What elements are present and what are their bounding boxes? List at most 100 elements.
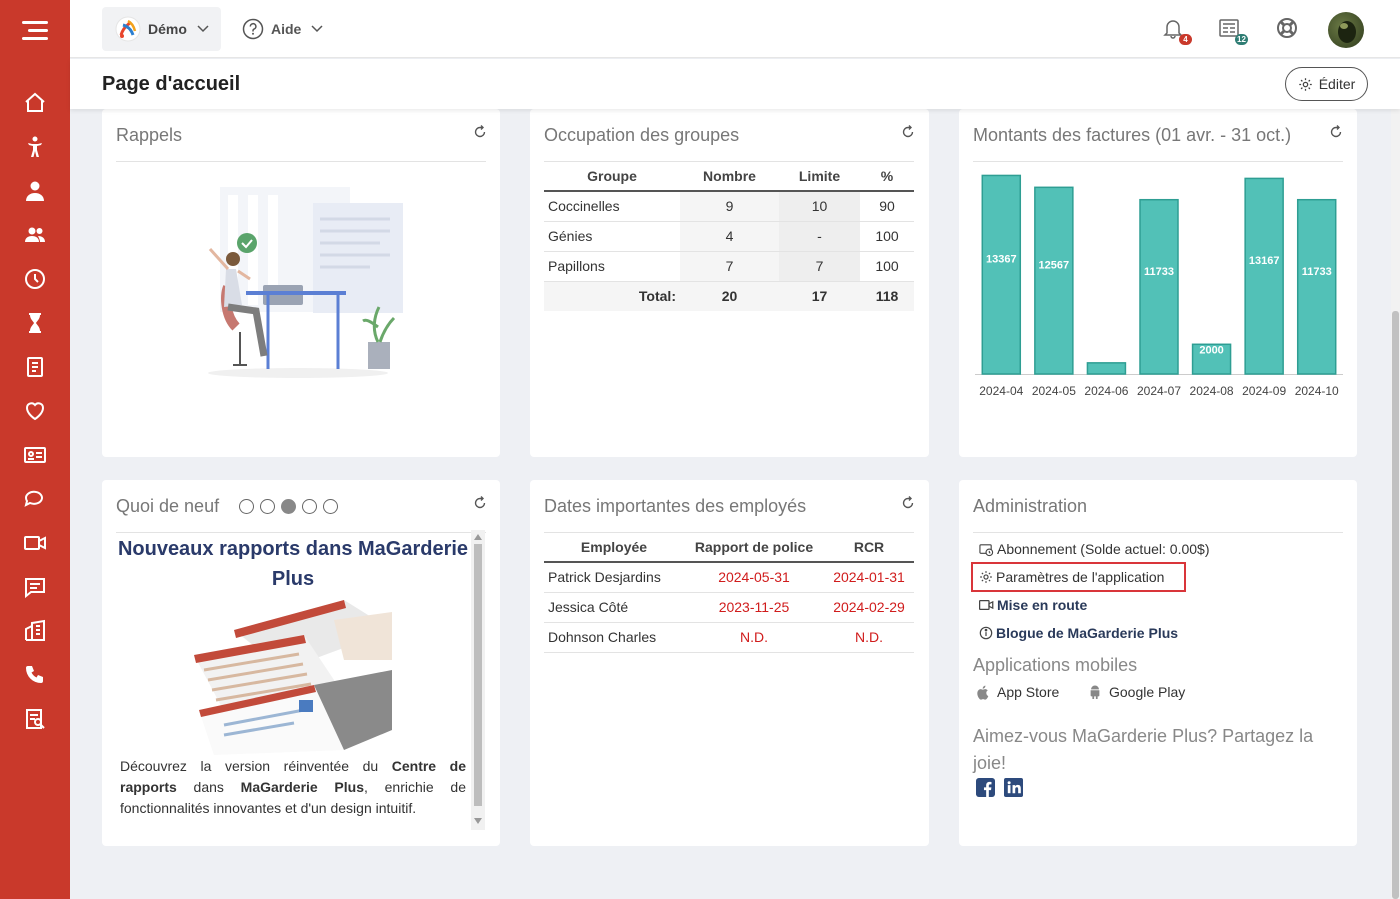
sidebar-item-video[interactable] [0,521,70,565]
support-button[interactable] [1276,17,1300,41]
users-icon [25,227,45,242]
refresh-icon[interactable] [473,496,487,510]
bar-value-label: 13367 [986,254,1017,266]
sidebar-item-children[interactable] [0,125,70,169]
group-name: Papillons [544,251,680,282]
groups-table: Groupe Nombre Limite % Coccinelles 9 10 … [544,162,914,311]
news-body-text: dans [176,779,241,795]
x-tick-label: 2024-05 [1032,384,1076,398]
facebook-icon[interactable] [976,778,995,797]
chart-bar[interactable] [1244,177,1284,375]
chevron-down-icon [197,25,209,33]
page-scrollbar-thumb[interactable] [1392,311,1399,899]
app-settings-link[interactable]: Paramètres de l'application [979,569,1164,585]
home-icon [25,92,45,112]
menu-toggle-icon[interactable] [22,21,48,41]
scroll-down-icon[interactable] [474,818,482,824]
edit-dashboard-button[interactable]: Éditer [1285,67,1368,101]
sidebar-item-schedule[interactable] [0,301,70,345]
news-scrollbar-thumb[interactable] [474,544,482,806]
sidebar-item-messages[interactable] [0,477,70,521]
reminders-card: Rappels [102,109,500,457]
sidebar-item-buildings[interactable] [0,609,70,653]
sidebar-item-parents[interactable] [0,169,70,213]
apple-icon [977,685,989,700]
chart-bar[interactable] [1139,198,1179,375]
sidebar-item-records[interactable] [0,433,70,477]
child-icon [28,136,42,157]
subscription-link[interactable]: Abonnement (Solde actuel: 0.00$) [979,541,1209,557]
page-title: Page d'accueil [102,73,241,95]
refresh-icon[interactable] [901,496,915,510]
linkedin-icon[interactable] [1004,778,1023,797]
x-tick-label: 2024-06 [1084,384,1128,398]
table-header-row: Employée Rapport de police RCR [544,533,914,563]
column-header: RCR [824,533,914,563]
help-menu[interactable]: Aide [240,7,323,51]
organization-label: Démo [148,21,187,37]
sidebar-item-health[interactable] [0,389,70,433]
sidebar-item-reports[interactable] [0,697,70,741]
table-row: Jessica Côté 2023-11-25 2024-02-29 [544,592,914,623]
sidebar-item-attendance[interactable] [0,257,70,301]
chart-bar[interactable] [1296,198,1337,375]
carousel-dot[interactable] [323,499,338,514]
rcr-date: 2024-01-31 [824,562,914,593]
refresh-icon[interactable] [901,125,915,139]
news-feed-button[interactable]: 12 [1218,17,1248,45]
chart-bar[interactable] [1034,186,1074,375]
phone-icon [26,666,43,683]
chart-bar[interactable] [1086,362,1127,375]
carousel-dot-active[interactable] [281,499,296,514]
employee-dates-table: Employée Rapport de police RCR Patrick D… [544,533,914,653]
carousel-dot[interactable] [302,499,317,514]
news-card: Quoi de neuf Nouveaux rapports dans MaGa… [102,480,500,846]
news-headline[interactable]: Nouveaux rapports dans MaGarderie Plus [116,534,470,594]
hourglass-icon [29,313,41,333]
empty-state-illustration [208,187,403,378]
administration-card: Administration Abonnement (Solde actuel:… [959,480,1357,846]
app-store-link[interactable]: App Store [976,684,1059,700]
scroll-up-icon[interactable] [474,534,482,540]
sidebar-item-billing[interactable] [0,345,70,389]
news-body-text: Découvrez la version réinventée du [120,758,392,774]
avatar-image-icon [1338,21,1356,43]
police-report-date: N.D. [684,622,824,653]
carousel-dot[interactable] [260,499,275,514]
group-limit: 7 [779,251,860,282]
sidebar-item-calls[interactable] [0,653,70,697]
sidebar-item-home[interactable] [0,81,70,125]
getting-started-label: Mise en route [997,597,1088,613]
table-row: Papillons 7 7 100 [544,251,914,282]
google-play-label: Google Play [1109,684,1186,700]
bar-value-label: 12567 [1039,260,1070,272]
blog-link[interactable]: Blogue de MaGarderie Plus [979,625,1178,641]
blog-label: Blogue de MaGarderie Plus [996,625,1179,641]
user-avatar[interactable] [1328,12,1364,48]
page-header: Page d'accueil Éditer [70,59,1400,109]
divider [116,532,486,533]
divider [116,161,486,162]
refresh-icon[interactable] [473,125,487,139]
subscription-label: Abonnement (Solde actuel: 0.00$) [997,541,1210,557]
total-row: Total: 20 17 118 [544,281,914,311]
google-play-link[interactable]: Google Play [1088,684,1185,700]
notifications-badge: 4 [1179,34,1192,45]
sidebar-item-forum[interactable] [0,565,70,609]
table-row: Dohnson Charles N.D. N.D. [544,622,914,653]
rcr-date: 2024-02-29 [824,592,914,623]
table-header-row: Groupe Nombre Limite % [544,162,914,192]
news-scrollbar[interactable] [471,530,485,830]
x-tick-label: 2024-08 [1190,384,1234,398]
notifications-button[interactable]: 4 [1162,17,1192,45]
chart-bar[interactable] [981,174,1022,375]
getting-started-link[interactable]: Mise en route [979,597,1087,613]
sidebar [0,0,70,899]
app-store-label: App Store [997,684,1060,700]
help-circle-icon [242,18,264,40]
organization-selector[interactable]: Démo [102,7,221,51]
sidebar-item-staff[interactable] [0,213,70,257]
reminders-title: Rappels [116,125,183,145]
carousel-dot[interactable] [239,499,254,514]
page-scrollbar[interactable] [1391,109,1400,899]
